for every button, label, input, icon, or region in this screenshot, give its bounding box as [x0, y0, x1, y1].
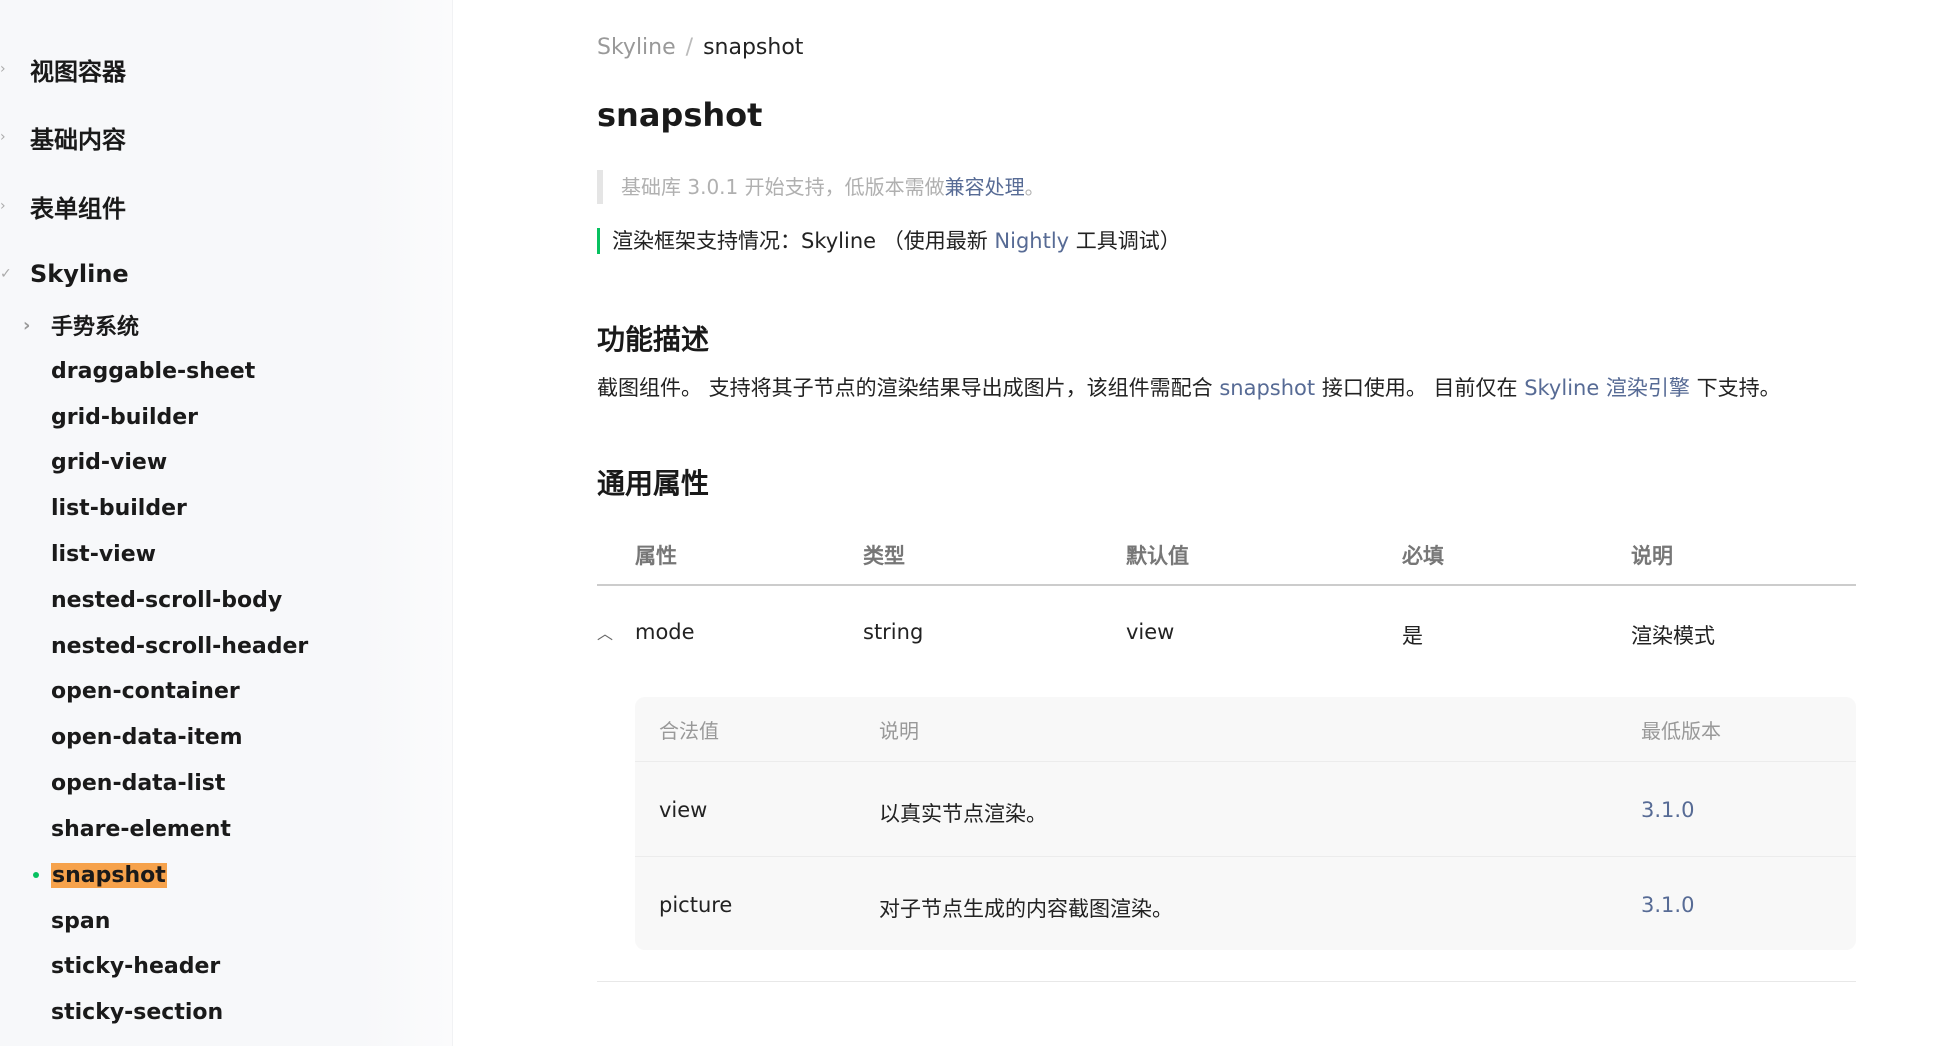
- section-heading-props: 通用属性: [597, 467, 710, 500]
- chevron-right-icon: ›: [0, 129, 6, 145]
- valid-value: view: [659, 798, 708, 822]
- sidebar-item-label: 手势系统: [51, 315, 140, 340]
- sidebar-item-label: 基础内容: [30, 125, 126, 154]
- sidebar-item-nested-scroll-body[interactable]: nested-scroll-body: [51, 581, 431, 619]
- sidebar-item-label: draggable-sheet: [51, 358, 256, 384]
- breadcrumb-separator: /: [685, 35, 694, 60]
- sidebar-item-span[interactable]: span: [51, 902, 431, 940]
- sidebar-item-sticky-header[interactable]: sticky-header: [51, 947, 431, 985]
- chevron-right-icon: ›: [0, 198, 6, 214]
- sidebar-item-nested-scroll-header[interactable]: nested-scroll-header: [51, 627, 431, 665]
- min-version: 3.1.0: [1641, 798, 1695, 822]
- version-note-suffix: 。: [1024, 175, 1045, 199]
- sub-header-value: 合法值: [659, 719, 719, 743]
- sub-header-version: 最低版本: [1641, 719, 1721, 743]
- col-header-type: 类型: [863, 544, 905, 568]
- sidebar-item-label: 表单组件: [30, 194, 126, 223]
- sidebar-item-label: nested-scroll-header: [51, 633, 309, 659]
- valid-value-desc: 以真实节点渲染。: [879, 802, 1047, 826]
- render-support-info: 渲染框架支持情况：Skyline （使用最新 Nightly 工具调试）: [597, 228, 1181, 254]
- snapshot-api-link[interactable]: snapshot: [1219, 376, 1315, 400]
- sidebar-item-label: snapshot: [51, 862, 167, 888]
- prop-type: string: [863, 620, 924, 644]
- valid-value-desc: 对子节点生成的内容截图渲染。: [879, 897, 1173, 921]
- sidebar-item-label: open-data-list: [51, 770, 226, 796]
- sub-header-desc: 说明: [879, 719, 919, 743]
- sidebar-item-basic-content[interactable]: › 基础内容: [0, 117, 420, 157]
- col-header-property: 属性: [635, 544, 677, 568]
- chevron-up-icon[interactable]: ︿: [597, 620, 617, 644]
- sidebar-item-label: sticky-header: [51, 953, 221, 979]
- props-table-header: 属性 类型 默认值 必填 说明: [597, 530, 1856, 586]
- sidebar-item-label: list-builder: [51, 495, 187, 521]
- sidebar-item-grid-view[interactable]: grid-view: [51, 443, 431, 481]
- version-note-text: 基础库 3.0.1 开始支持，低版本需做: [621, 175, 945, 199]
- table-row: picture 对子节点生成的内容截图渲染。 3.1.0: [635, 856, 1856, 952]
- compat-link[interactable]: 兼容处理: [945, 175, 1025, 199]
- active-dot: [33, 872, 39, 878]
- col-header-default: 默认值: [1126, 544, 1189, 568]
- sidebar-item-label: grid-view: [51, 449, 168, 475]
- support-suffix: 工具调试）: [1069, 229, 1181, 253]
- sidebar-item-open-data-list[interactable]: open-data-list: [51, 764, 431, 802]
- support-text: 渲染框架支持情况：Skyline （使用最新: [612, 229, 995, 253]
- sidebar-item-gesture-system[interactable]: › 手势系统: [23, 306, 431, 344]
- breadcrumb-current: snapshot: [703, 35, 804, 60]
- col-header-required: 必填: [1402, 544, 1444, 568]
- main-content: Skyline / snapshot snapshot 基础库 3.0.1 开始支持…: [597, 0, 1857, 1046]
- sidebar-item-sticky-section[interactable]: sticky-section: [51, 993, 431, 1031]
- desc-text: 下支持。: [1689, 376, 1781, 400]
- prop-required: 是: [1402, 624, 1423, 648]
- sidebar-item-label: span: [51, 908, 111, 934]
- sidebar-item-view-container[interactable]: › 视图容器: [0, 49, 420, 89]
- feature-description: 截图组件。 支持将其子节点的渲染结果导出成图片，该组件需配合 snapshot …: [597, 372, 1781, 402]
- sidebar-item-label: nested-scroll-body: [51, 587, 283, 613]
- valid-value: picture: [659, 893, 733, 917]
- sidebar-item-label: Skyline: [30, 260, 129, 288]
- section-heading-feature: 功能描述: [597, 323, 710, 356]
- skyline-engine-link[interactable]: Skyline 渲染引擎: [1524, 376, 1690, 400]
- chevron-right-icon: ›: [23, 314, 31, 336]
- prop-name: mode: [635, 620, 695, 644]
- sidebar-item-label: sticky-section: [51, 999, 224, 1025]
- sidebar-item-label: 视图容器: [30, 57, 126, 86]
- col-header-description: 说明: [1631, 544, 1673, 568]
- sidebar-item-draggable-sheet[interactable]: draggable-sheet: [51, 352, 431, 390]
- valid-values-table: 合法值 说明 最低版本 view 以真实节点渲染。 3.1.0 picture …: [635, 697, 1856, 950]
- table-divider: [597, 981, 1856, 982]
- prop-default: view: [1126, 620, 1175, 644]
- sidebar-item-label: grid-builder: [51, 404, 199, 430]
- sidebar-item-grid-builder[interactable]: grid-builder: [51, 398, 431, 436]
- version-note: 基础库 3.0.1 开始支持，低版本需做兼容处理。: [597, 170, 1321, 204]
- page-title: snapshot: [597, 96, 763, 134]
- sidebar-item-label: share-element: [51, 816, 231, 842]
- table-row: view 以真实节点渲染。 3.1.0: [635, 761, 1856, 857]
- sidebar-item-open-container[interactable]: open-container: [51, 672, 431, 710]
- breadcrumb: Skyline / snapshot: [597, 35, 803, 60]
- chevron-right-icon: ›: [0, 61, 6, 77]
- desc-text: 截图组件。 支持将其子节点的渲染结果导出成图片，该组件需配合: [597, 376, 1220, 400]
- breadcrumb-root-link[interactable]: Skyline: [597, 35, 676, 60]
- sidebar-item-label: open-data-item: [51, 724, 243, 750]
- min-version: 3.1.0: [1641, 893, 1695, 917]
- sidebar-item-form-components[interactable]: › 表单组件: [0, 186, 420, 226]
- sidebar-item-list-builder[interactable]: list-builder: [51, 489, 431, 527]
- sidebar-item-label: list-view: [51, 541, 156, 567]
- sidebar-item-label: open-container: [51, 678, 240, 704]
- sidebar-item-open-data-item[interactable]: open-data-item: [51, 718, 431, 756]
- sidebar-item-snapshot[interactable]: snapshot: [33, 856, 431, 894]
- sidebar-item-skyline[interactable]: ✓ Skyline: [0, 254, 420, 294]
- sidebar-item-list-view[interactable]: list-view: [51, 535, 431, 573]
- desc-text: 接口使用。 目前仅在: [1315, 376, 1525, 400]
- prop-description: 渲染模式: [1631, 624, 1715, 648]
- nightly-link[interactable]: Nightly: [994, 229, 1069, 253]
- chevron-down-icon: ✓: [0, 266, 12, 282]
- sidebar-nav: › 视图容器 › 基础内容 › 表单组件 ✓ Skyline › 手势系统 dr…: [0, 0, 453, 1046]
- sidebar-item-share-element[interactable]: share-element: [51, 810, 431, 848]
- table-row: ︿ mode string view 是 渲染模式: [597, 608, 1856, 658]
